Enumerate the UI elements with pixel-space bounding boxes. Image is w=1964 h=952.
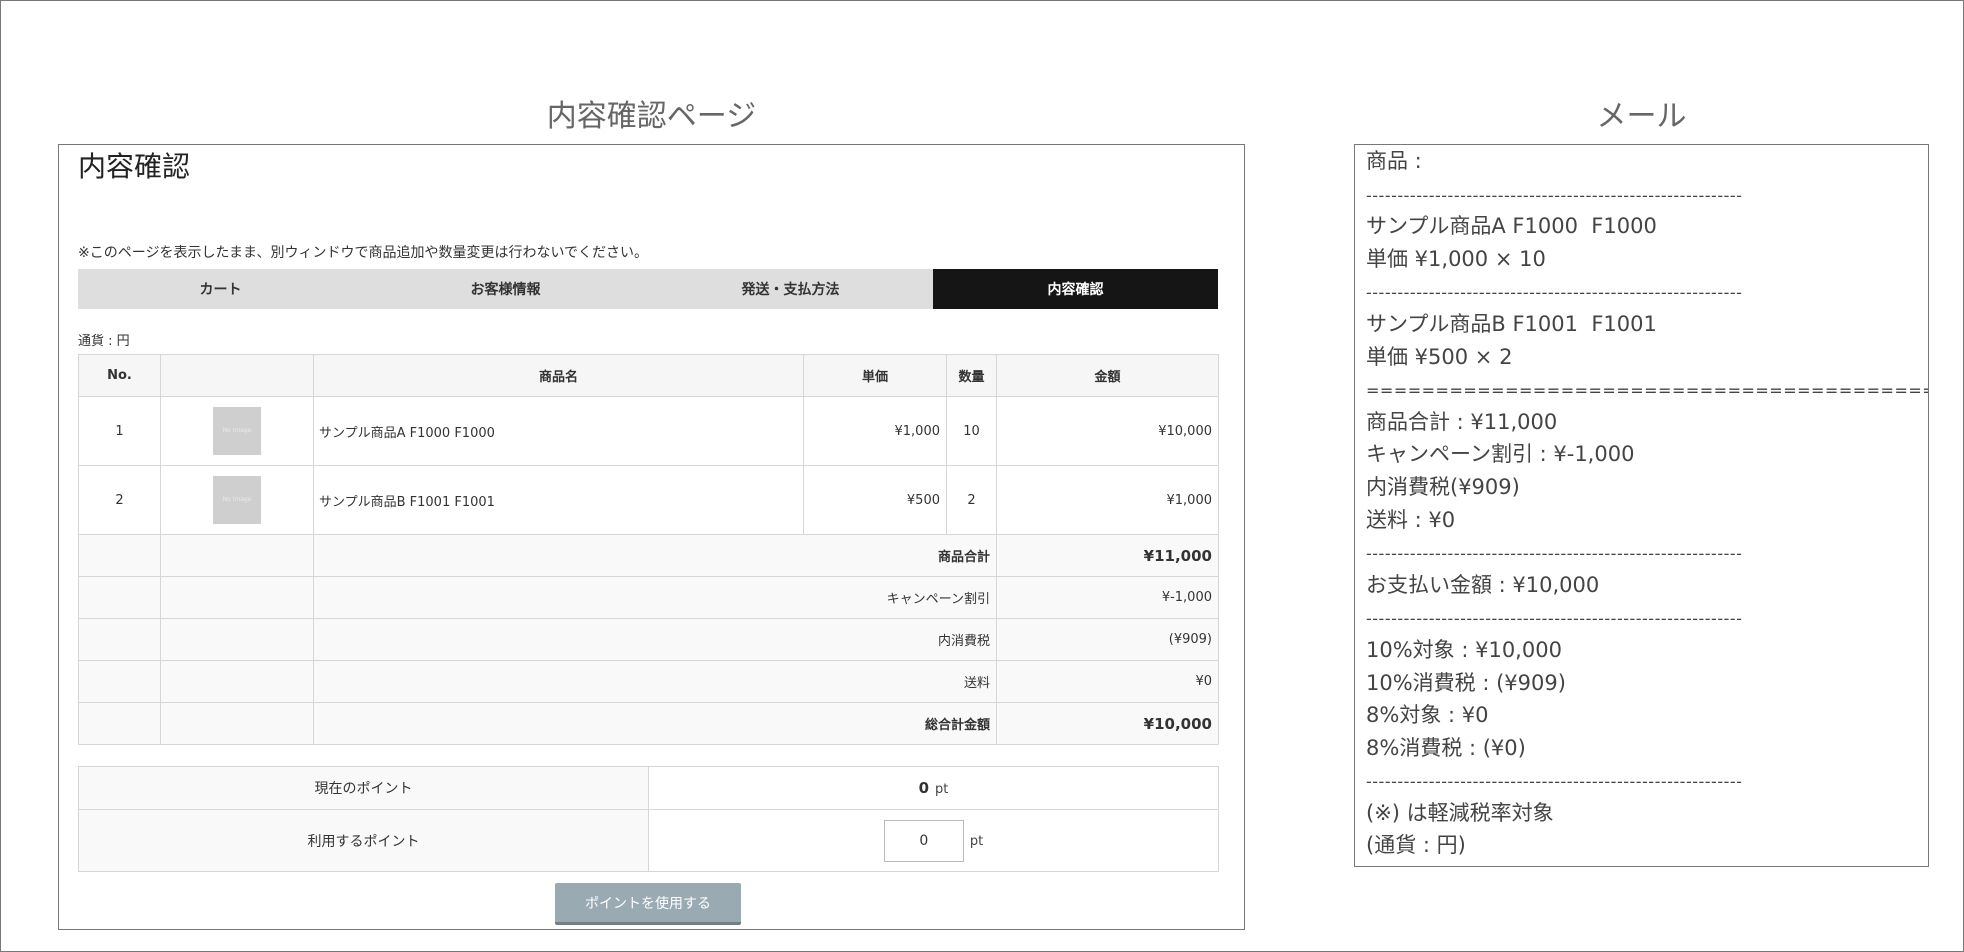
item-unit-price: ¥500 (803, 465, 947, 535)
mail-separator: ========================================… (1366, 381, 1929, 401)
product-thumbnail[interactable]: No Image (213, 476, 261, 524)
confirmation-page-panel: 内容確認 ※このページを表示したまま、別ウィンドウで商品追加や数量変更は行わない… (58, 144, 1245, 930)
header-amount: 金額 (996, 354, 1219, 397)
step-cart[interactable]: カート (78, 269, 363, 309)
mail-line: キャンペーン割引 : ¥-1,000 (1366, 442, 1635, 467)
currency-label: 通貨 : 円 (78, 334, 130, 349)
mail-line: 単価 ¥1,000 × 10 (1366, 246, 1546, 271)
grand-total-label: 総合計金額 (313, 702, 997, 745)
subtotal-value: ¥11,000 (996, 534, 1219, 577)
item-image-cell: No Image (160, 465, 314, 535)
header-image (160, 354, 314, 397)
item-name: サンプル商品A F1000 F1000 (313, 396, 804, 466)
current-points-value: 0 (918, 779, 930, 797)
use-points-button[interactable]: ポイントを使用する (555, 883, 741, 925)
header-unit-price: 単価 (803, 354, 947, 397)
confirmation-page-heading: 内容確認ページ (546, 99, 757, 134)
item-amount: ¥1,000 (996, 465, 1219, 535)
current-points-label: 現在のポイント (78, 766, 649, 810)
use-points-row: 利用するポイント pt (78, 809, 1219, 872)
table-header-row: No. 商品名 単価 数量 金額 (78, 354, 1219, 397)
tax-label: 内消費税 (313, 618, 997, 661)
step-shipping-payment[interactable]: 発送・支払方法 (648, 269, 933, 309)
step-confirmation: 内容確認 (933, 269, 1218, 309)
current-points-cell: 0 pt (648, 766, 1219, 810)
mail-separator: ----------------------------------------… (1366, 185, 1743, 205)
campaign-discount-label: キャンペーン割引 (313, 576, 997, 619)
table-row: 2 No Image サンプル商品B F1001 F1001 ¥500 2 ¥1… (78, 465, 1219, 535)
item-image-cell: No Image (160, 396, 314, 466)
mail-line: 単価 ¥500 × 2 (1366, 344, 1513, 369)
grand-total-value: ¥10,000 (996, 702, 1219, 745)
use-points-input[interactable] (883, 819, 964, 862)
campaign-discount-row: キャンペーン割引 ¥-1,000 (78, 576, 1219, 619)
mail-line: 8%対象 : ¥0 (1366, 703, 1489, 728)
item-no: 2 (78, 465, 161, 535)
grand-total-row: 総合計金額 ¥10,000 (78, 702, 1219, 745)
mail-line: 商品合計 : ¥11,000 (1366, 409, 1558, 434)
header-product-name: 商品名 (313, 354, 804, 397)
mail-line: (※) は軽減税率対象 (1366, 800, 1554, 825)
mail-line: サンプル商品A F1000 F1000 (1366, 214, 1657, 239)
tax-row: 内消費税 (¥909) (78, 618, 1219, 661)
item-name: サンプル商品B F1001 F1001 (313, 465, 804, 535)
mail-line: 送料 : ¥0 (1366, 507, 1456, 532)
mail-separator: ----------------------------------------… (1366, 772, 1743, 792)
points-table: 現在のポイント 0 pt 利用するポイント pt (78, 766, 1219, 872)
points-unit: pt (969, 833, 984, 849)
current-points-row: 現在のポイント 0 pt (78, 766, 1219, 810)
mail-heading: メール (1596, 99, 1687, 134)
mail-line: お支払い金額 : ¥10,000 (1366, 572, 1600, 597)
campaign-discount-value: ¥-1,000 (996, 576, 1219, 619)
mail-separator: ----------------------------------------… (1366, 609, 1743, 629)
product-thumbnail[interactable]: No Image (213, 407, 261, 455)
notice-text: ※このページを表示したまま、別ウィンドウで商品追加や数量変更は行わないでください… (78, 245, 649, 261)
tax-value: (¥909) (996, 618, 1219, 661)
use-points-cell: pt (648, 809, 1219, 872)
mail-line: 内消費税(¥909) (1366, 474, 1520, 499)
order-table: No. 商品名 単価 数量 金額 1 No Image サンプル商品A F100… (78, 354, 1219, 745)
shipping-value: ¥0 (996, 660, 1219, 703)
mail-separator: ----------------------------------------… (1366, 283, 1743, 303)
mail-separator: ----------------------------------------… (1366, 544, 1743, 564)
mail-line: (通貨 : 円) (1366, 833, 1466, 858)
step-customer-info[interactable]: お客様情報 (363, 269, 648, 309)
subtotal-row: 商品合計 ¥11,000 (78, 534, 1219, 577)
mail-line: 10%対象 : ¥10,000 (1366, 637, 1562, 662)
item-quantity: 2 (946, 465, 997, 535)
mail-line: サンプル商品B F1001 F1001 (1366, 311, 1657, 336)
shipping-label: 送料 (313, 660, 997, 703)
header-quantity: 数量 (946, 354, 997, 397)
points-unit: pt (935, 782, 949, 797)
page-title: 内容確認 (78, 150, 191, 183)
item-amount: ¥10,000 (996, 396, 1219, 466)
subtotal-label: 商品合計 (313, 534, 997, 577)
mail-panel: 商品 : -----------------------------------… (1354, 144, 1929, 867)
shipping-row: 送料 ¥0 (78, 660, 1219, 703)
item-quantity: 10 (946, 396, 997, 466)
mail-line: 10%消費税 : (¥909) (1366, 670, 1566, 695)
item-unit-price: ¥1,000 (803, 396, 947, 466)
table-row: 1 No Image サンプル商品A F1000 F1000 ¥1,000 10… (78, 396, 1219, 466)
mail-line: 8%消費税 : (¥0) (1366, 735, 1526, 760)
header-no: No. (78, 354, 161, 397)
checkout-steps: カート お客様情報 発送・支払方法 内容確認 (78, 269, 1218, 309)
mail-line: 商品 : (1366, 149, 1422, 173)
use-points-label: 利用するポイント (78, 809, 649, 872)
item-no: 1 (78, 396, 161, 466)
